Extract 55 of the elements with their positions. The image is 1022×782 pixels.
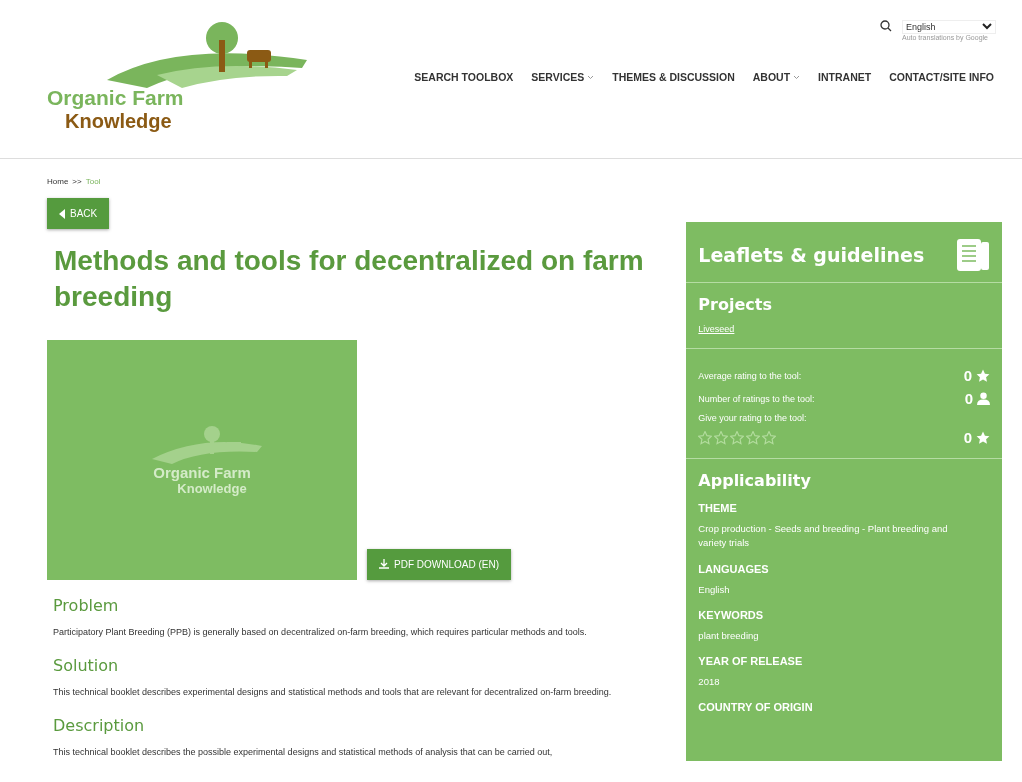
- download-icon: [379, 559, 389, 570]
- section-heading: Description: [53, 716, 146, 736]
- section-text: This technical booklet describes experimental designs and statistical methods and tools that are relevant for decentralized on-farm breeding.: [53, 686, 613, 700]
- section-text: This technical booklet describes the possible experimental designs and statistical methods of analysis that can be carried out,: [53, 746, 554, 760]
- logo-text: Organic Farm: [153, 463, 251, 481]
- section-heading: Applicability: [698, 471, 812, 490]
- field-label: COUNTRY OF ORIGIN: [698, 701, 814, 714]
- empty-star-icon[interactable]: [698, 430, 713, 445]
- nav-link[interactable]: ABOUT: [752, 71, 801, 83]
- star-icon: [976, 430, 990, 445]
- rating-value: 0: [963, 367, 972, 384]
- nav-link[interactable]: THEMES & DISCUSSION: [612, 71, 735, 83]
- section-text: Participatory Plant Breeding (PPB) is generally based on decentralized on-farm breeding, which requires particular methods and tools.: [53, 625, 588, 639]
- chevron-icon: [982, 22, 992, 30]
- rating-label: Average rating to the tool:: [698, 370, 802, 381]
- nav-link[interactable]: CONTACT/SITE INFO: [889, 71, 994, 83]
- section-heading: Projects: [698, 295, 773, 314]
- chevron-icon: [793, 74, 801, 80]
- language-select[interactable]: English: [902, 20, 996, 34]
- logo-text: Organic Farm: [47, 86, 185, 110]
- nav-link[interactable]: SEARCH TOOLBOX: [414, 71, 514, 83]
- rating-value: 0: [964, 390, 973, 407]
- star-icon: [976, 368, 990, 383]
- sidebar-title: Leaflets & guidelines: [698, 244, 925, 266]
- search-icon[interactable]: [880, 20, 892, 32]
- empty-star-icon[interactable]: [730, 430, 745, 445]
- field-label: THEME: [698, 502, 738, 514]
- section-heading: Problem: [53, 595, 120, 615]
- nav-link[interactable]: SERVICES: [531, 71, 595, 83]
- field-label: LANGUAGES: [698, 562, 770, 575]
- field-value: plant breeding: [698, 628, 760, 643]
- field-value: 2018: [698, 675, 721, 689]
- empty-star-icon[interactable]: [746, 430, 761, 445]
- empty-star-icon[interactable]: [714, 430, 729, 445]
- field-value: English: [698, 582, 731, 597]
- page-title: Methods and tools for decentralized on farm breeding: [54, 244, 645, 315]
- breadcrumb-link[interactable]: Home: [47, 177, 69, 186]
- star-rating[interactable]: [698, 430, 777, 445]
- chevron-icon: [587, 74, 595, 80]
- person-icon: [977, 392, 990, 405]
- rating-label: Number of ratings to the tool:: [698, 393, 815, 404]
- field-label: YEAR OF RELEASE: [698, 655, 804, 667]
- breadcrumb-separator: >>: [72, 177, 82, 186]
- breadcrumb-current: Tool: [85, 177, 101, 186]
- field-label: KEYWORDS: [698, 608, 765, 621]
- logo-text: Knowledge: [177, 480, 247, 496]
- triangle-left-icon: [59, 208, 65, 219]
- logo-text: Knowledge: [65, 110, 173, 133]
- rating-label: Give your rating to the tool:: [698, 413, 807, 423]
- field-value: Crop production - Seeds and breeding - Plant breeding and variety trials: [698, 522, 949, 551]
- nav-link[interactable]: INTRANET: [818, 71, 872, 83]
- document-icon: [956, 238, 990, 272]
- empty-star-icon[interactable]: [762, 430, 777, 445]
- rating-value: 0: [963, 429, 972, 446]
- section-heading: Solution: [53, 656, 120, 676]
